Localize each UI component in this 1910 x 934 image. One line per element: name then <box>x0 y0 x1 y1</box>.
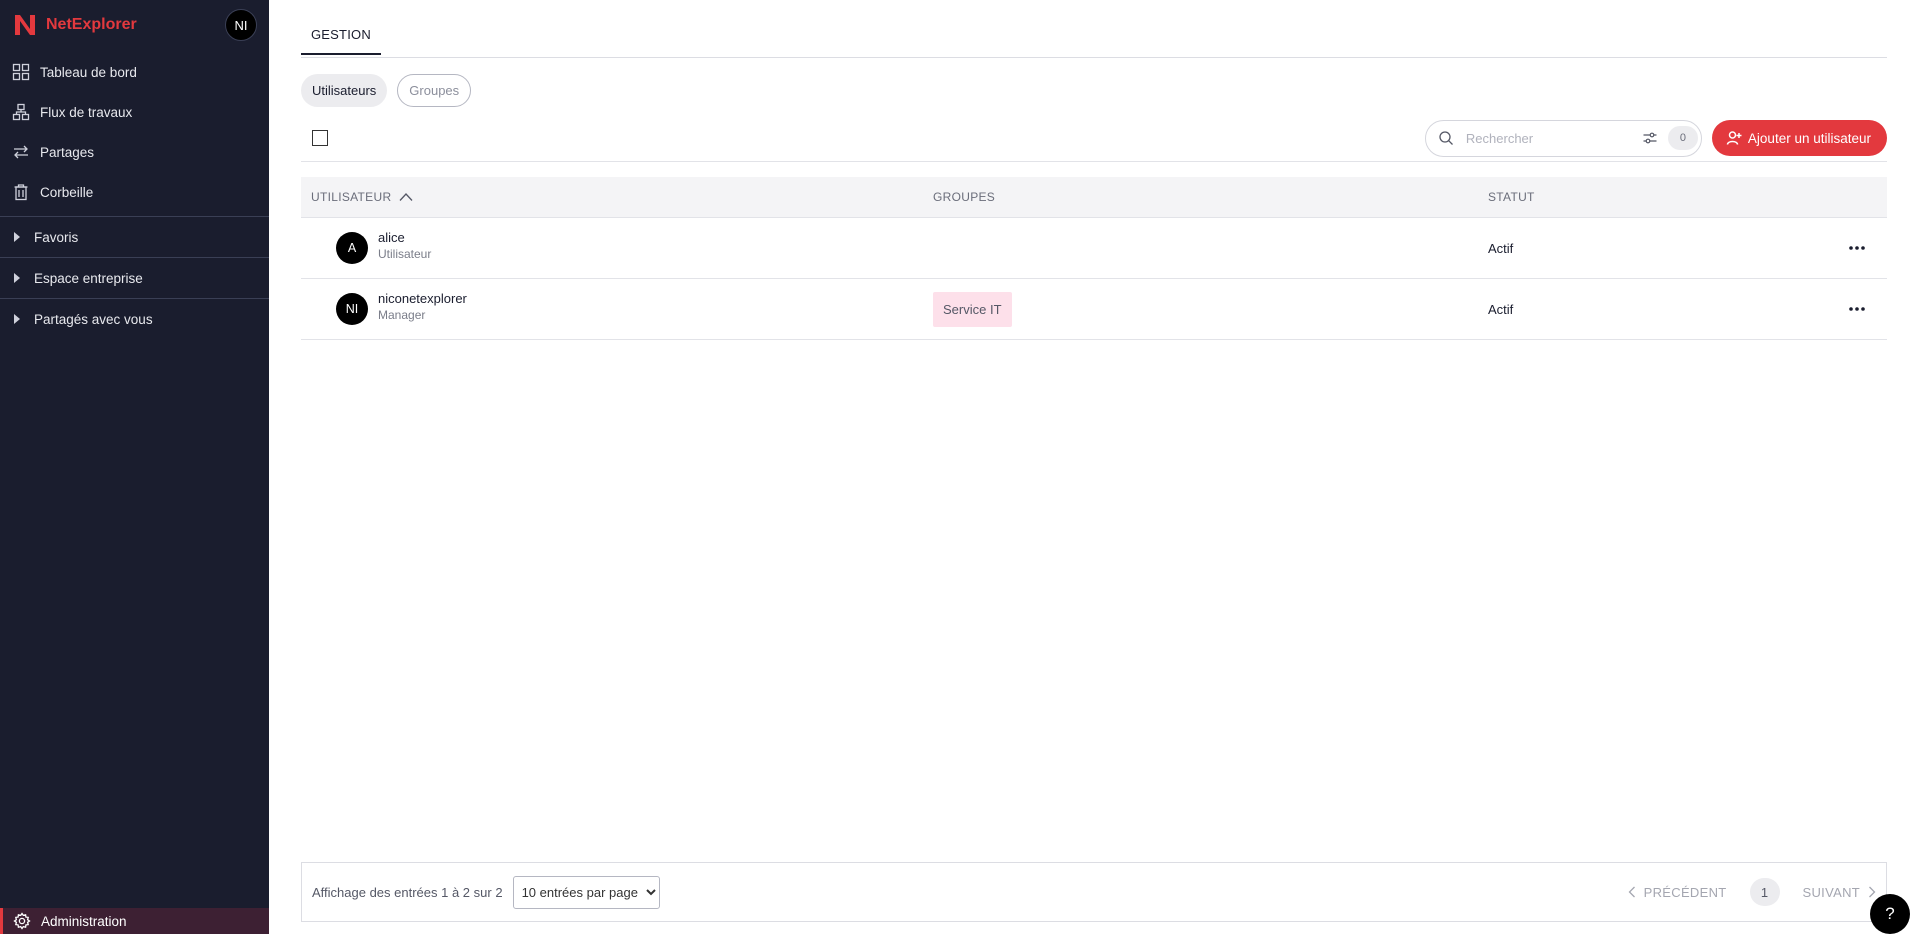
table-header: UTILISATEUR GROUPES STATUT <box>301 177 1887 218</box>
add-user-button[interactable]: Ajouter un utilisateur <box>1711 120 1887 156</box>
nav-item-trash[interactable]: Corbeille <box>0 172 269 212</box>
tab-management[interactable]: GESTION <box>301 20 381 55</box>
toolbar: 0 Ajouter un utilisateur <box>301 115 1887 162</box>
netexplorer-logo-icon[interactable] <box>12 12 38 38</box>
actions-cell <box>1827 306 1887 312</box>
add-user-label: Ajouter un utilisateur <box>1747 130 1871 146</box>
avatar: NI <box>336 293 368 325</box>
user-name: alice <box>378 229 405 245</box>
tree-label-shared-with-you: Partagés avec vous <box>34 311 153 327</box>
nav-label-administration: Administration <box>41 913 127 929</box>
filter-sliders-icon[interactable] <box>1642 130 1658 146</box>
column-header-user[interactable]: UTILISATEUR <box>301 190 933 204</box>
avatar: A <box>336 232 368 264</box>
sidebar: NetExplorer NI Tableau de bord Flux de t… <box>0 0 269 934</box>
caret-right-icon[interactable] <box>12 231 22 243</box>
filter-count-badge: 0 <box>1667 126 1698 150</box>
column-header-user-label: UTILISATEUR <box>311 190 392 204</box>
nav-label-workflows: Flux de travaux <box>40 104 133 120</box>
workflow-icon <box>12 103 30 121</box>
search-box[interactable]: 0 <box>1424 119 1702 157</box>
user-cell: NI niconetexplorer Manager <box>301 291 933 325</box>
search-input[interactable] <box>1465 130 1642 146</box>
add-user-icon <box>1726 130 1742 146</box>
tab-bar: GESTION <box>301 0 1887 58</box>
user-avatar[interactable]: NI <box>225 9 257 41</box>
status-cell: Actif <box>1488 240 1514 256</box>
column-header-groups: GROUPES <box>933 190 996 204</box>
user-text: alice Utilisateur <box>378 230 431 261</box>
brand-name[interactable]: NetExplorer <box>46 16 225 34</box>
user-name: niconetexplorer <box>378 290 467 306</box>
nav-item-workflows[interactable]: Flux de travaux <box>0 92 269 132</box>
nav-item-dashboard[interactable]: Tableau de bord <box>0 52 269 92</box>
table-row[interactable]: A alice Utilisateur Actif <box>301 218 1887 279</box>
sidebar-item-administration[interactable]: Administration <box>0 908 269 934</box>
pagination-footer: Affichage des entrées 1 à 2 sur 2 10 ent… <box>301 862 1887 922</box>
per-page-select[interactable]: 10 entrées par page <box>512 875 660 909</box>
gear-icon <box>13 912 31 930</box>
groups-cell: Service IT <box>933 291 1488 327</box>
tree-item-company-space[interactable]: Espace entreprise <box>0 258 269 298</box>
previous-page-label: PRÉCÉDENT <box>1643 884 1727 900</box>
more-horizontal-icon[interactable] <box>1848 306 1866 312</box>
subtab-groups[interactable]: Groupes <box>397 74 472 107</box>
user-role: Utilisateur <box>378 246 432 261</box>
user-role: Manager <box>378 307 426 322</box>
nav-label-shares: Partages <box>40 144 95 160</box>
brand-header: NetExplorer NI <box>0 0 269 50</box>
main-content: GESTION Utilisateurs Groupes 0 <box>301 0 1887 934</box>
toolbar-right: 0 Ajouter un utilisateur <box>1424 119 1887 157</box>
nav-label-trash: Corbeille <box>40 184 94 200</box>
entries-info: Affichage des entrées 1 à 2 sur 2 <box>312 884 503 900</box>
caret-right-icon[interactable] <box>12 313 22 325</box>
next-page-label: SUIVANT <box>1802 884 1860 900</box>
nav-item-shares[interactable]: Partages <box>0 132 269 172</box>
more-horizontal-icon[interactable] <box>1848 245 1866 251</box>
chevron-right-icon <box>1868 886 1876 898</box>
pager: PRÉCÉDENT 1 SUIVANT <box>1628 878 1876 906</box>
caret-right-icon[interactable] <box>12 272 22 284</box>
dashboard-icon <box>12 63 30 81</box>
search-icon <box>1438 130 1454 146</box>
subtab-users[interactable]: Utilisateurs <box>301 74 388 107</box>
group-tag: Service IT <box>933 291 1012 327</box>
user-cell: A alice Utilisateur <box>301 230 933 264</box>
user-text: niconetexplorer Manager <box>378 291 467 322</box>
sort-ascending-icon[interactable] <box>399 192 413 202</box>
tree-item-shared-with-you[interactable]: Partagés avec vous <box>0 299 269 339</box>
users-table: UTILISATEUR GROUPES STATUT A alice Utili… <box>301 177 1887 340</box>
actions-cell <box>1827 245 1887 251</box>
page-number-current[interactable]: 1 <box>1749 878 1780 906</box>
next-page-button[interactable]: SUIVANT <box>1803 885 1876 900</box>
help-button[interactable]: ? <box>1870 894 1910 934</box>
tree-label-favorites: Favoris <box>34 229 79 245</box>
subtabs: Utilisateurs Groupes <box>301 74 1887 107</box>
tree-label-company-space: Espace entreprise <box>34 270 143 286</box>
previous-page-button[interactable]: PRÉCÉDENT <box>1628 885 1727 900</box>
trash-icon <box>12 183 30 201</box>
nav-label-dashboard: Tableau de bord <box>40 64 137 80</box>
tree-item-favorites[interactable]: Favoris <box>0 217 269 257</box>
share-icon <box>12 143 30 161</box>
status-cell: Actif <box>1488 301 1514 317</box>
chevron-left-icon <box>1628 886 1636 898</box>
select-all-checkbox[interactable] <box>312 130 328 146</box>
column-header-status: STATUT <box>1488 190 1535 204</box>
table-row[interactable]: NI niconetexplorer Manager Service IT Ac… <box>301 279 1887 340</box>
